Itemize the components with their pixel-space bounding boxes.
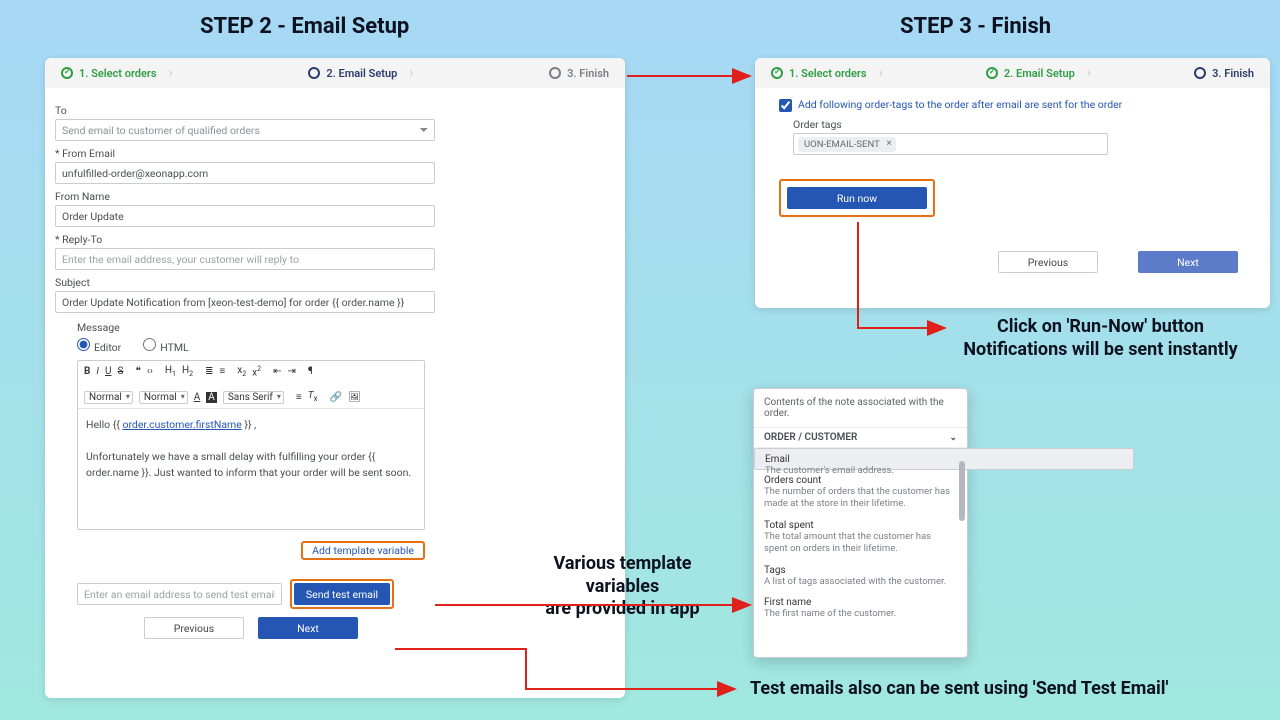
arrows-layer <box>0 0 1280 720</box>
